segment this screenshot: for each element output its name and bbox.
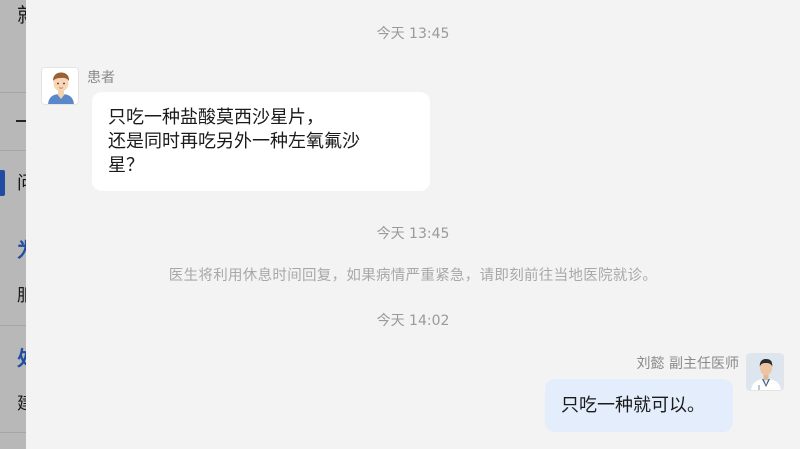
- timestamp: 今天 13:45: [376, 226, 450, 242]
- chat-panel[interactable]: 今天 13:45 患者 只吃一种盐酸莫西沙星片， 还是同时再吃另外一种左氧氟沙 …: [26, 0, 800, 449]
- doctor-message-bubble[interactable]: 只吃一种就可以。: [545, 379, 733, 432]
- timestamp: 今天 14:02: [376, 313, 450, 329]
- message-line: 星？: [108, 155, 144, 176]
- patient-message-bubble[interactable]: 只吃一种盐酸莫西沙星片， 还是同时再吃另外一种左氧氟沙 星？: [92, 92, 430, 191]
- doctor-avatar-icon[interactable]: [746, 353, 784, 391]
- background-page: 就 问 为 服 处 建: [0, 0, 26, 449]
- bg-overlay: [0, 0, 26, 449]
- message-line: 还是同时再吃另外一种左氧氟沙: [108, 131, 360, 152]
- doctor-name: 刘懿 副主任医师: [636, 356, 739, 372]
- message-line: 只吃一种盐酸莫西沙星片，: [108, 107, 324, 128]
- system-notice: 医生将利用休息时间回复，如果病情严重紧急，请即刻前往当地医院就诊。: [168, 268, 658, 284]
- timestamp: 今天 13:45: [376, 26, 450, 42]
- patient-name: 患者: [87, 70, 115, 86]
- message-text: 只吃一种就可以。: [561, 395, 705, 416]
- patient-avatar-icon[interactable]: [41, 67, 79, 105]
